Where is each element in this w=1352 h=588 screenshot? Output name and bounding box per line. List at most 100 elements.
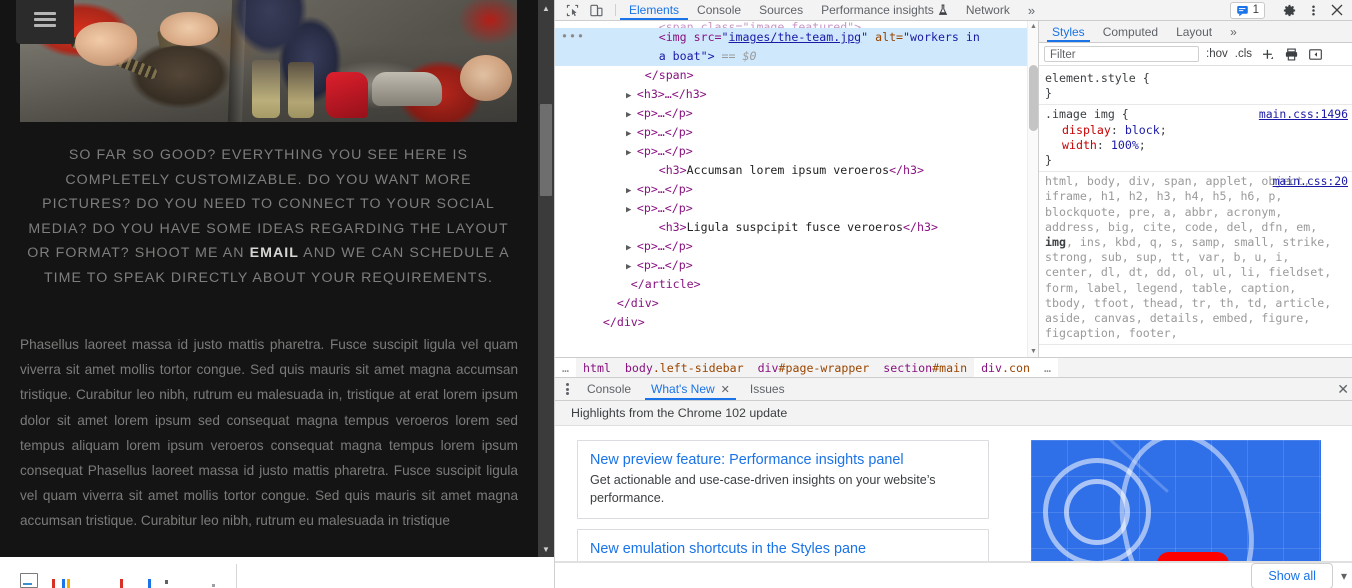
dom-node[interactable]: </span> (555, 66, 1038, 85)
page-content: SO FAR SO GOOD? EVERYTHING YOU SEE HERE … (0, 0, 538, 557)
styles-tab-computed[interactable]: Computed (1094, 21, 1167, 42)
page-vertical-scrollbar[interactable]: ▲ ▼ (538, 0, 554, 557)
dom-tree[interactable]: <span class="image featured"> ••• <img sr… (555, 21, 1038, 357)
dom-node[interactable]: ▶ <p>…</p> (555, 123, 1038, 142)
breadcrumb-tag: section (883, 360, 933, 375)
print-media-icon[interactable] (1283, 46, 1300, 63)
card-title[interactable]: New emulation shortcuts in the Styles pa… (590, 539, 976, 559)
breadcrumb-item[interactable]: div .con (974, 358, 1037, 377)
issues-count: 1 (1252, 4, 1259, 16)
css-source-link[interactable]: main.css:1496 (1259, 107, 1348, 122)
more-tabs-button[interactable]: » (1019, 0, 1044, 20)
css-rule[interactable]: main.css:1496 .image img {display: block;… (1039, 105, 1352, 173)
breadcrumb-item[interactable]: div#page-wrapper (751, 361, 877, 375)
hamburger-menu-button[interactable] (16, 0, 74, 44)
css-selector: html, body, div, span, applet, object, i… (1045, 174, 1332, 341)
toggle-sidebar-icon[interactable] (1307, 46, 1324, 63)
close-icon[interactable] (1326, 1, 1348, 20)
tree-scroll-down-arrow[interactable]: ▼ (1028, 346, 1038, 357)
tab-label: Console (697, 3, 742, 17)
dom-node[interactable]: </div> (555, 313, 1038, 332)
drawer-tab-label: Console (587, 382, 632, 396)
styles-more-tabs-button[interactable]: » (1221, 21, 1246, 42)
tab-elements[interactable]: Elements (620, 0, 689, 20)
breadcrumb-item[interactable]: body.left-sidebar (618, 361, 751, 375)
node-ellipsis-badge[interactable]: ••• (561, 27, 585, 46)
dom-node[interactable]: ▶ <p>…</p> (555, 256, 1038, 275)
hov-button[interactable]: :hov (1206, 48, 1228, 60)
email-link[interactable]: EMAIL (250, 245, 299, 261)
hamburger-menu-icon (34, 9, 56, 30)
drawer-tab-what-s-new[interactable]: What's New ✕ (641, 378, 740, 400)
dom-node[interactable]: ▶ <p>…</p> (555, 104, 1038, 123)
css-rule[interactable]: element.style {} (1039, 69, 1352, 106)
css-declaration[interactable]: display: block; (1045, 123, 1346, 138)
chevron-down-icon[interactable]: ▾ (1341, 569, 1347, 583)
dom-node[interactable]: ••• <img src="images/the-team.jpg" alt="… (555, 28, 1038, 66)
drawer-kebab-menu-icon[interactable] (557, 378, 577, 400)
drawer-tabs: Console What's New ✕ Issues (577, 378, 795, 400)
dom-node[interactable]: ▶ <p>…</p> (555, 199, 1038, 218)
tree-scroll-up-arrow[interactable]: ▲ (1028, 21, 1038, 32)
drawer-tab-console[interactable]: Console (577, 378, 641, 400)
dom-node[interactable]: ▶ <p>…</p> (555, 237, 1038, 256)
more-tabs-chevron-icon: » (1027, 2, 1036, 18)
dom-node[interactable]: </article> (555, 275, 1038, 294)
issues-badge[interactable]: 1 (1229, 1, 1265, 19)
cls-button[interactable]: .cls (1235, 48, 1252, 60)
styles-tab-layout[interactable]: Layout (1167, 21, 1221, 42)
card-body: Get actionable and use-case-driven insig… (590, 473, 936, 505)
document-icon[interactable] (20, 573, 38, 588)
drawer-tab-close-icon[interactable]: ✕ (721, 383, 730, 396)
scrollbar-thumb[interactable] (540, 104, 552, 196)
elements-tree-scrollbar[interactable]: ▲ ▼ (1027, 21, 1038, 357)
elements-tree-pane: <span class="image featured"> ••• <img sr… (555, 21, 1039, 357)
css-source-link[interactable]: main.css:20 (1273, 174, 1348, 189)
plus-icon[interactable] (1259, 46, 1276, 63)
dom-node[interactable]: <h3>Accumsan lorem ipsum veroeros</h3> (555, 161, 1038, 180)
hero-image (20, 0, 517, 122)
css-rule-close: } (1045, 153, 1052, 168)
styles-rules-list[interactable]: element.style {} main.css:1496 .image img … (1039, 66, 1352, 357)
breadcrumb[interactable]: … html body.left-sidebar div#page-wrapper se… (555, 357, 1352, 378)
styles-tab-styles[interactable]: Styles (1043, 21, 1094, 42)
kebab-menu-icon[interactable] (1302, 1, 1324, 20)
inspect-element-icon[interactable] (561, 1, 583, 20)
drawer-close-icon[interactable]: ✕ (1337, 381, 1349, 398)
card-title[interactable]: New preview feature: Performance insight… (590, 450, 976, 470)
show-all-button[interactable]: Show all (1251, 562, 1333, 588)
tab-network[interactable]: Network (957, 0, 1019, 20)
tab-performance-insights[interactable]: Performance insights (812, 0, 957, 20)
breadcrumb-overflow-left[interactable]: … (555, 358, 576, 377)
tab-console[interactable]: Console (688, 0, 750, 20)
scroll-down-arrow[interactable]: ▼ (538, 541, 554, 557)
tab-sources[interactable]: Sources (750, 0, 812, 20)
taskbar[interactable] (0, 564, 237, 588)
css-declaration[interactable]: width: 100%; (1045, 138, 1346, 153)
dom-node[interactable]: ▶ <h3>…</h3> (555, 85, 1038, 104)
device-toolbar-icon[interactable] (585, 1, 607, 20)
drawer-tab-label: What's New (651, 382, 715, 396)
devtools-split: <span class="image featured"> ••• <img sr… (555, 21, 1352, 357)
whats-new-card[interactable]: New preview feature: Performance insight… (577, 440, 989, 519)
devtools-main-toolbar: Elements Console Sources Performance insigh… (555, 0, 1352, 21)
dom-node[interactable]: <span class="image featured"> (555, 21, 1038, 28)
devtools-panel: Elements Console Sources Performance insigh… (554, 0, 1352, 588)
scroll-up-arrow[interactable]: ▲ (538, 0, 554, 16)
dom-node[interactable]: ▶ <p>…</p> (555, 180, 1038, 199)
breadcrumb-tag: div (981, 360, 1003, 375)
dom-node[interactable]: <h3>Ligula suspcipit fusce veroeros</h3> (555, 218, 1038, 237)
gear-icon[interactable] (1278, 1, 1300, 20)
breadcrumb-overflow-right[interactable]: … (1036, 358, 1058, 377)
dom-node[interactable]: ▶ <p>…</p> (555, 142, 1038, 161)
gear-glyph (1283, 4, 1295, 16)
drawer-tab-issues[interactable]: Issues (740, 378, 795, 400)
breadcrumb-item[interactable]: section#main (876, 361, 974, 375)
css-rule[interactable]: main.css:20 html, body, div, span, applet… (1039, 172, 1352, 346)
image-src-link[interactable]: images/the-team.jpg (729, 30, 862, 44)
styles-filter-input[interactable]: Filter (1044, 46, 1199, 62)
tree-scrollbar-thumb[interactable] (1029, 65, 1038, 131)
page-lead-paragraph: SO FAR SO GOOD? EVERYTHING YOU SEE HERE … (20, 143, 517, 291)
breadcrumb-item[interactable]: html (576, 361, 618, 375)
dom-node[interactable]: </div> (555, 294, 1038, 313)
